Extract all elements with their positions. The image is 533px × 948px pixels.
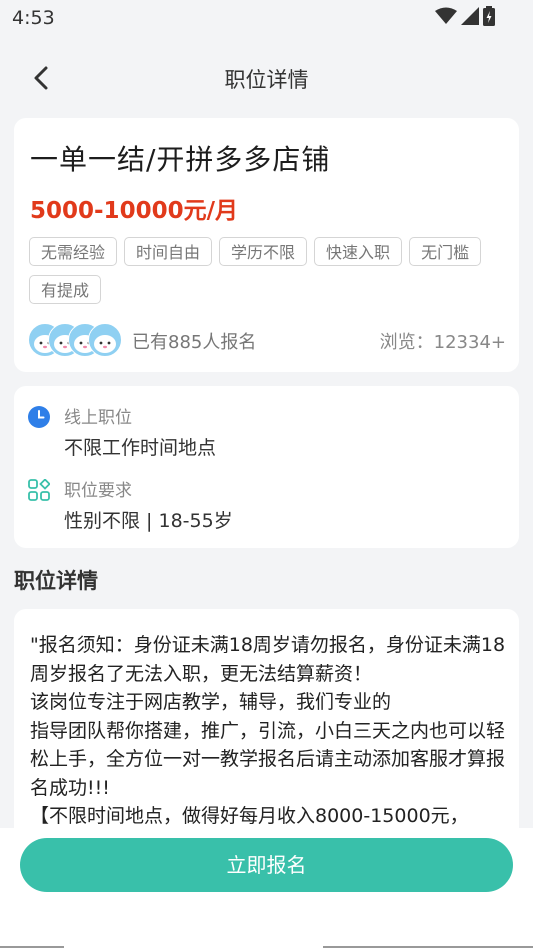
job-requirement-label: 职位要求: [64, 481, 132, 501]
bottom-action-bar: 立即报名: [0, 828, 533, 948]
signup-row: 已有885人报名 浏览：12334+: [28, 322, 506, 357]
job-title: 一单一结/开拼多多店铺: [30, 143, 331, 176]
job-tag: 无需经验: [29, 237, 118, 266]
job-tag: 快速入职: [314, 237, 403, 266]
job-type-label: 线上职位: [64, 408, 132, 428]
job-salary: 5000-10000元/月: [30, 198, 238, 224]
battery-icon: [483, 6, 495, 26]
status-bar: 4:53: [0, 0, 533, 36]
job-info-card: 线上职位 不限工作时间地点 职位要求 性别不限 | 18-55岁: [14, 386, 519, 548]
job-description: "报名须知：身份证未满18周岁请勿报名，身份证未满18周岁报名了无法入职，更无法…: [30, 634, 506, 827]
nav-bar: 职位详情: [0, 52, 533, 104]
job-type-value: 不限工作时间地点: [64, 437, 217, 459]
clock-icon: [28, 406, 50, 428]
job-tag: 学历不限: [219, 237, 308, 266]
status-time: 4:53: [12, 7, 55, 29]
job-requirement-value: 性别不限 | 18-55岁: [64, 510, 233, 532]
view-count: 浏览：12334+: [379, 332, 506, 353]
page-title: 职位详情: [224, 68, 309, 92]
apply-button[interactable]: 立即报名: [20, 838, 513, 892]
avatar: [88, 323, 122, 357]
applicant-avatars: [28, 322, 122, 357]
job-tag: 有提成: [29, 275, 102, 304]
job-tag: 时间自由: [124, 237, 213, 266]
job-tag: 无门槛: [409, 237, 482, 266]
job-tags: 无需经验 时间自由 学历不限 快速入职 无门槛 有提成: [29, 237, 489, 304]
section-title-detail: 职位详情: [14, 569, 98, 593]
status-icons: [435, 6, 495, 26]
job-summary-card: 一单一结/开拼多多店铺 5000-10000元/月 无需经验 时间自由 学历不限…: [14, 118, 519, 372]
signal-icon: [461, 7, 479, 25]
grid-apps-icon: [28, 479, 50, 501]
signup-count: 已有885人报名: [132, 332, 257, 353]
wifi-icon: [435, 7, 457, 24]
cartoon-avatar-icon: [94, 335, 116, 353]
